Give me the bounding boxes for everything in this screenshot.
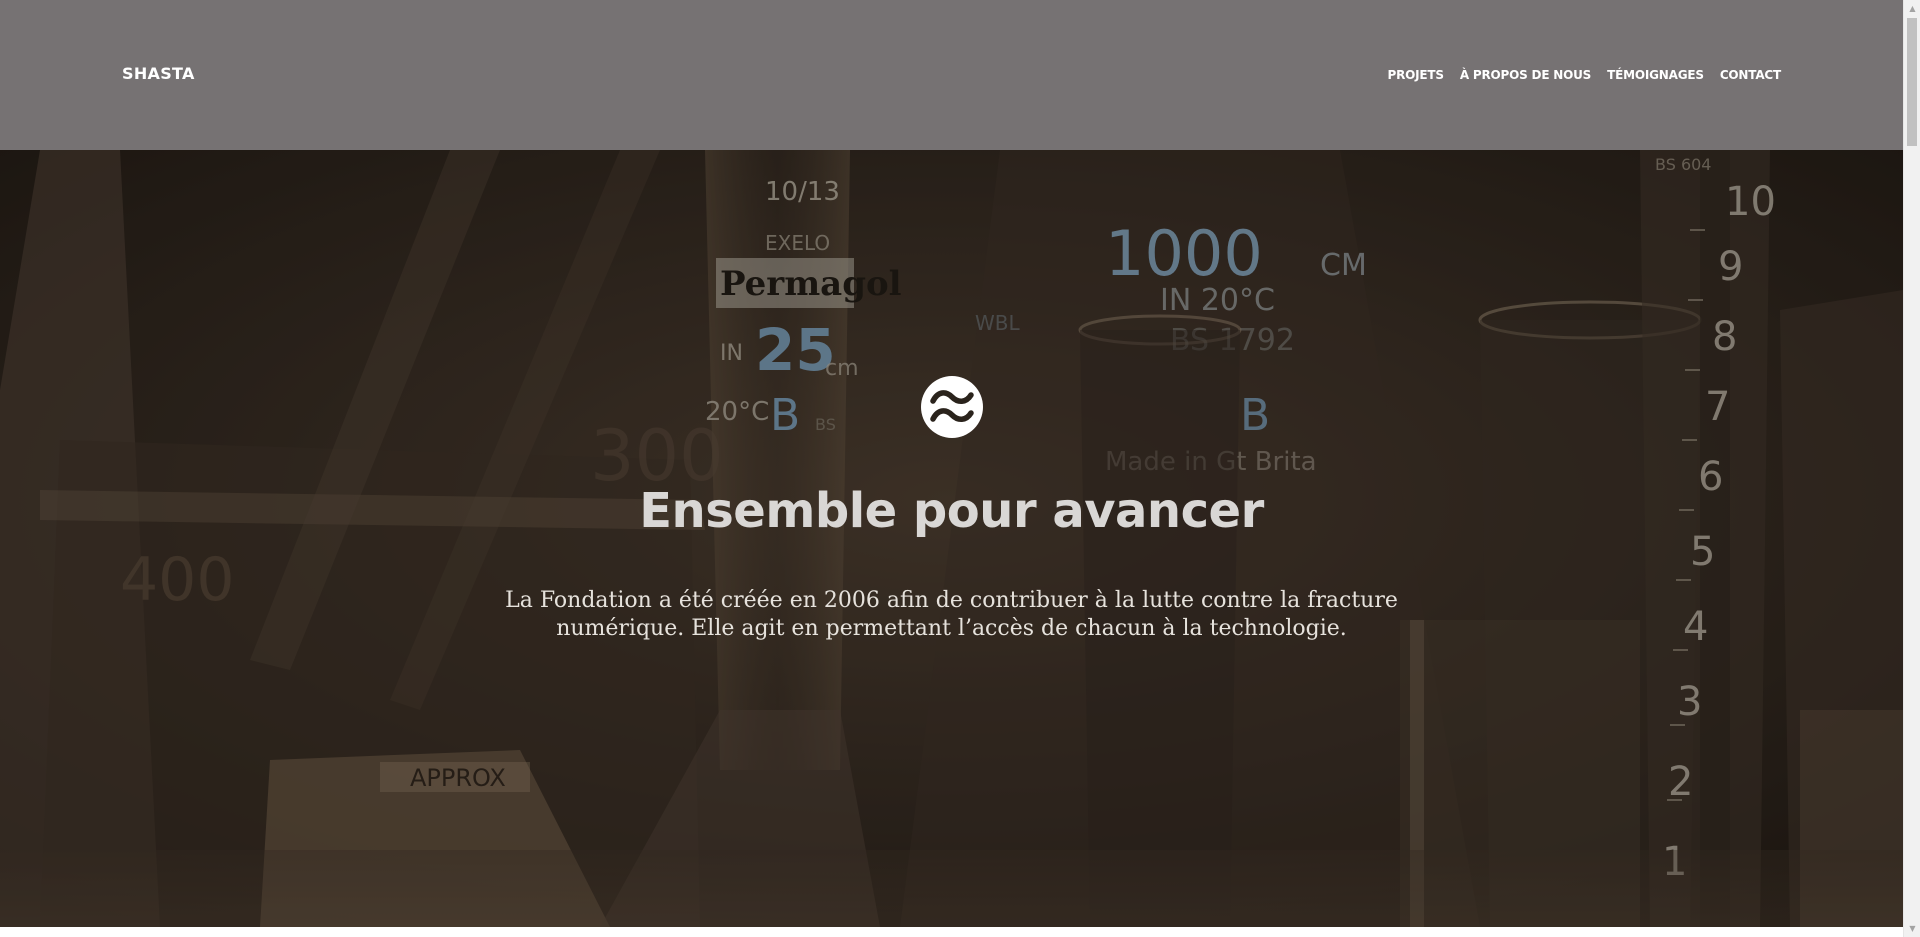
nav-item-a-propos[interactable]: À PROPOS DE NOUS [1460, 68, 1591, 82]
brand-logo-link[interactable]: SHASTA [122, 64, 195, 83]
scrollbar-thumb[interactable] [1907, 18, 1917, 146]
nav-item-temoignages[interactable]: TÉMOIGNAGES [1607, 68, 1704, 82]
nav-item-contact[interactable]: CONTACT [1720, 68, 1781, 82]
hero-content: Ensemble pour avancer La Fondation a été… [0, 150, 1903, 927]
hero-section: 400 APPROX Permagol 10/13 EXELO IN 25 cm… [0, 150, 1903, 927]
hero-description: La Fondation a été créée en 2006 afin de… [505, 588, 1398, 641]
hero-title: Ensemble pour avancer [639, 483, 1264, 539]
scroll-up-arrow-icon[interactable]: ▲ [1904, 0, 1920, 17]
site-header: SHASTA PROJETS À PROPOS DE NOUS TÉMOIGNA… [0, 0, 1903, 150]
scroll-down-arrow-icon[interactable]: ▼ [1904, 920, 1920, 937]
wave-circle-logo-icon [921, 376, 983, 438]
browser-viewport: SHASTA PROJETS À PROPOS DE NOUS TÉMOIGNA… [0, 0, 1903, 937]
page-bottom-strip [0, 927, 1903, 937]
main-nav: PROJETS À PROPOS DE NOUS TÉMOIGNAGES CON… [1388, 68, 1782, 82]
page-scrollbar[interactable]: ▲ ▼ [1903, 0, 1920, 937]
nav-item-projets[interactable]: PROJETS [1388, 68, 1445, 82]
